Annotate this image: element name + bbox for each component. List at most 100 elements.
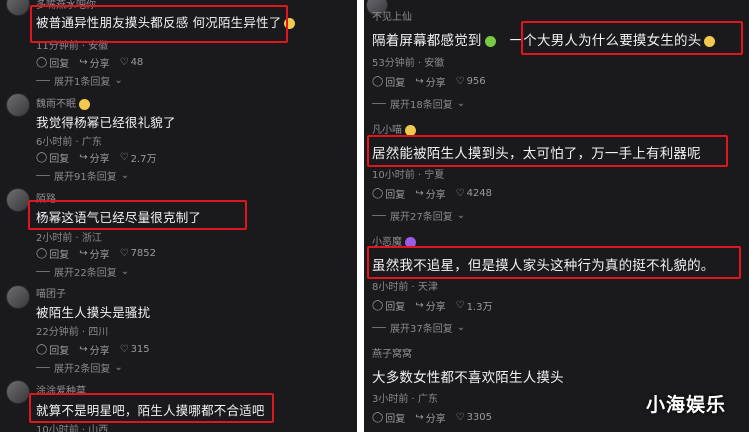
expand-replies[interactable]: 展开37条回复 ⌄ (372, 320, 465, 335)
like-button[interactable]: ♡ 956 (456, 76, 486, 87)
username[interactable]: 不见上仙 (372, 8, 412, 23)
chevron-down-icon: ⌄ (456, 98, 466, 109)
comment-actions: ◯ 回复 ↪ 分享 ♡ 956 (372, 74, 486, 89)
reply-button[interactable]: ◯ 回复 (36, 150, 69, 165)
share-button[interactable]: ↪ 分享 (415, 410, 445, 425)
emoji-icon (79, 98, 90, 110)
share-button[interactable]: ↪ 分享 (415, 298, 445, 313)
emoji-icon (284, 18, 296, 29)
username[interactable]: 凡小喵 (372, 121, 416, 136)
reply-icon: ◯ (372, 76, 384, 87)
heart-icon: ♡ (455, 300, 465, 311)
comment-meta: 11分钟前 · 安徽 (36, 41, 109, 52)
share-button[interactable]: ↪ 分享 (415, 186, 445, 201)
chevron-down-icon: ⌄ (120, 170, 130, 181)
username[interactable]: 喵团子 (36, 285, 66, 300)
comment-actions: ◯ 回复 ↪ 分享 ♡ 7852 (36, 246, 156, 261)
emoji-icon (405, 124, 416, 136)
comment-text: 被普通异性朋友摸头都反感 何况陌生异性了 (36, 12, 296, 31)
expand-replies[interactable]: 展开91条回复 ⌄ (36, 168, 129, 183)
like-button[interactable]: ♡ 2.7万 (120, 150, 157, 165)
watermark: 小海娱乐 (646, 394, 727, 416)
comment-actions: ◯ 回复 ↪ 分享 ♡ 1.3万 (372, 298, 492, 313)
reply-icon: ◯ (372, 300, 384, 311)
like-button[interactable]: ♡ 48 (120, 57, 144, 68)
share-button[interactable]: ↪ 分享 (79, 246, 109, 261)
comment-meta: 10小时前 · 宁夏 (372, 170, 445, 181)
reply-icon: ◯ (36, 152, 48, 163)
share-icon: ↪ (79, 57, 88, 68)
share-icon: ↪ (79, 344, 88, 355)
comment-meta: 10小时前 · 山西 (36, 425, 109, 432)
expand-replies[interactable]: 展开1条回复 ⌄ (36, 73, 123, 88)
reply-button[interactable]: ◯ 回复 (36, 55, 69, 70)
comment-text: 杨幂这语气已经尽量很克制了 (36, 210, 202, 225)
chevron-down-icon: ⌄ (120, 266, 130, 277)
username[interactable]: 小恶魔 (372, 233, 416, 248)
share-icon: ↪ (79, 152, 88, 163)
emoji-icon (484, 35, 496, 47)
chevron-down-icon: ⌄ (114, 362, 123, 373)
reply-icon: ◯ (372, 412, 384, 423)
avatar[interactable] (6, 285, 30, 309)
comment-actions: ◯ 回复 ↪ 分享 ♡ 2.7万 (36, 150, 156, 165)
username[interactable]: 多嘴燕水吧你 (36, 0, 96, 11)
heart-icon: ♡ (455, 76, 465, 87)
share-icon: ↪ (415, 188, 424, 199)
username[interactable]: 魏雨不眠 (36, 95, 90, 110)
comment-meta: 22分钟前 · 四川 (36, 327, 109, 338)
reply-button[interactable]: ◯ 回复 (36, 246, 69, 261)
like-button[interactable]: ♡ 1.3万 (456, 298, 493, 313)
share-icon: ↪ (415, 412, 424, 423)
reply-button[interactable]: ◯ 回复 (372, 410, 405, 425)
reply-button[interactable]: ◯ 回复 (372, 74, 405, 89)
heart-icon: ♡ (119, 344, 129, 355)
reply-button[interactable]: ◯ 回复 (372, 298, 405, 313)
share-icon: ↪ (79, 248, 88, 259)
reply-icon: ◯ (36, 344, 48, 355)
share-button[interactable]: ↪ 分享 (79, 150, 109, 165)
expand-replies[interactable]: 展开18条回复 ⌄ (372, 96, 465, 111)
comment-meta: 53分钟前 · 安徽 (372, 58, 445, 69)
share-button[interactable]: ↪ 分享 (79, 55, 109, 70)
username[interactable]: 涂涂爱种草 (36, 382, 86, 397)
chevron-down-icon: ⌄ (114, 75, 123, 86)
share-icon: ↪ (415, 300, 424, 311)
reply-icon: ◯ (372, 188, 384, 199)
reply-button[interactable]: ◯ 回复 (372, 186, 405, 201)
share-icon: ↪ (415, 76, 424, 87)
username[interactable]: 燕子窝窝 (372, 345, 412, 360)
username[interactable]: 陌路 (36, 190, 56, 205)
comment-text: 我觉得杨幂已经很礼貌了 (36, 115, 176, 130)
heart-icon: ♡ (119, 57, 129, 68)
avatar[interactable] (6, 380, 30, 404)
reply-button[interactable]: ◯ 回复 (36, 342, 69, 357)
comment-actions: ◯ 回复 ↪ 分享 ♡ 315 (36, 342, 150, 357)
right-comment-panel: 不见上仙 隔着屏幕都感觉到 一个大男人为什么要摸女生的头 53分钟前 · 安徽 ◯… (364, 0, 749, 432)
like-button[interactable]: ♡ 3305 (456, 412, 492, 423)
expand-replies[interactable]: 展开22条回复 ⌄ (36, 264, 129, 279)
avatar[interactable] (6, 188, 30, 212)
chevron-down-icon: ⌄ (456, 322, 466, 333)
share-button[interactable]: ↪ 分享 (415, 74, 445, 89)
reply-icon: ◯ (36, 248, 48, 259)
heart-icon: ♡ (455, 188, 465, 199)
comment-actions: ◯ 回复 ↪ 分享 ♡ 3305 (372, 410, 492, 425)
comment-text: 被陌生人摸头是骚扰 (36, 305, 151, 320)
heart-icon: ♡ (455, 412, 465, 423)
chevron-down-icon: ⌄ (456, 210, 466, 221)
comment-text: 大多数女性都不喜欢陌生人摸头 (372, 370, 564, 386)
like-button[interactable]: ♡ 7852 (120, 248, 156, 259)
comment-text: 居然能被陌生人摸到头，太可怕了，万一手上有利器呢 (372, 146, 701, 162)
expand-replies[interactable]: 展开2条回复 ⌄ (36, 360, 123, 375)
expand-replies[interactable]: 展开27条回复 ⌄ (372, 208, 465, 223)
avatar[interactable] (6, 0, 30, 16)
left-comment-panel: 多嘴燕水吧你 被普通异性朋友摸头都反感 何况陌生异性了 11分钟前 · 安徽 ◯… (0, 0, 357, 432)
avatar[interactable] (6, 93, 30, 117)
comment-text: 隔着屏幕都感觉到 一个大男人为什么要摸女生的头 (372, 29, 716, 49)
comment-actions: ◯ 回复 ↪ 分享 ♡ 48 (36, 55, 143, 70)
share-button[interactable]: ↪ 分享 (79, 342, 109, 357)
like-button[interactable]: ♡ 4248 (456, 188, 492, 199)
like-button[interactable]: ♡ 315 (120, 344, 150, 355)
comment-meta: 6小时前 · 广东 (36, 137, 102, 148)
